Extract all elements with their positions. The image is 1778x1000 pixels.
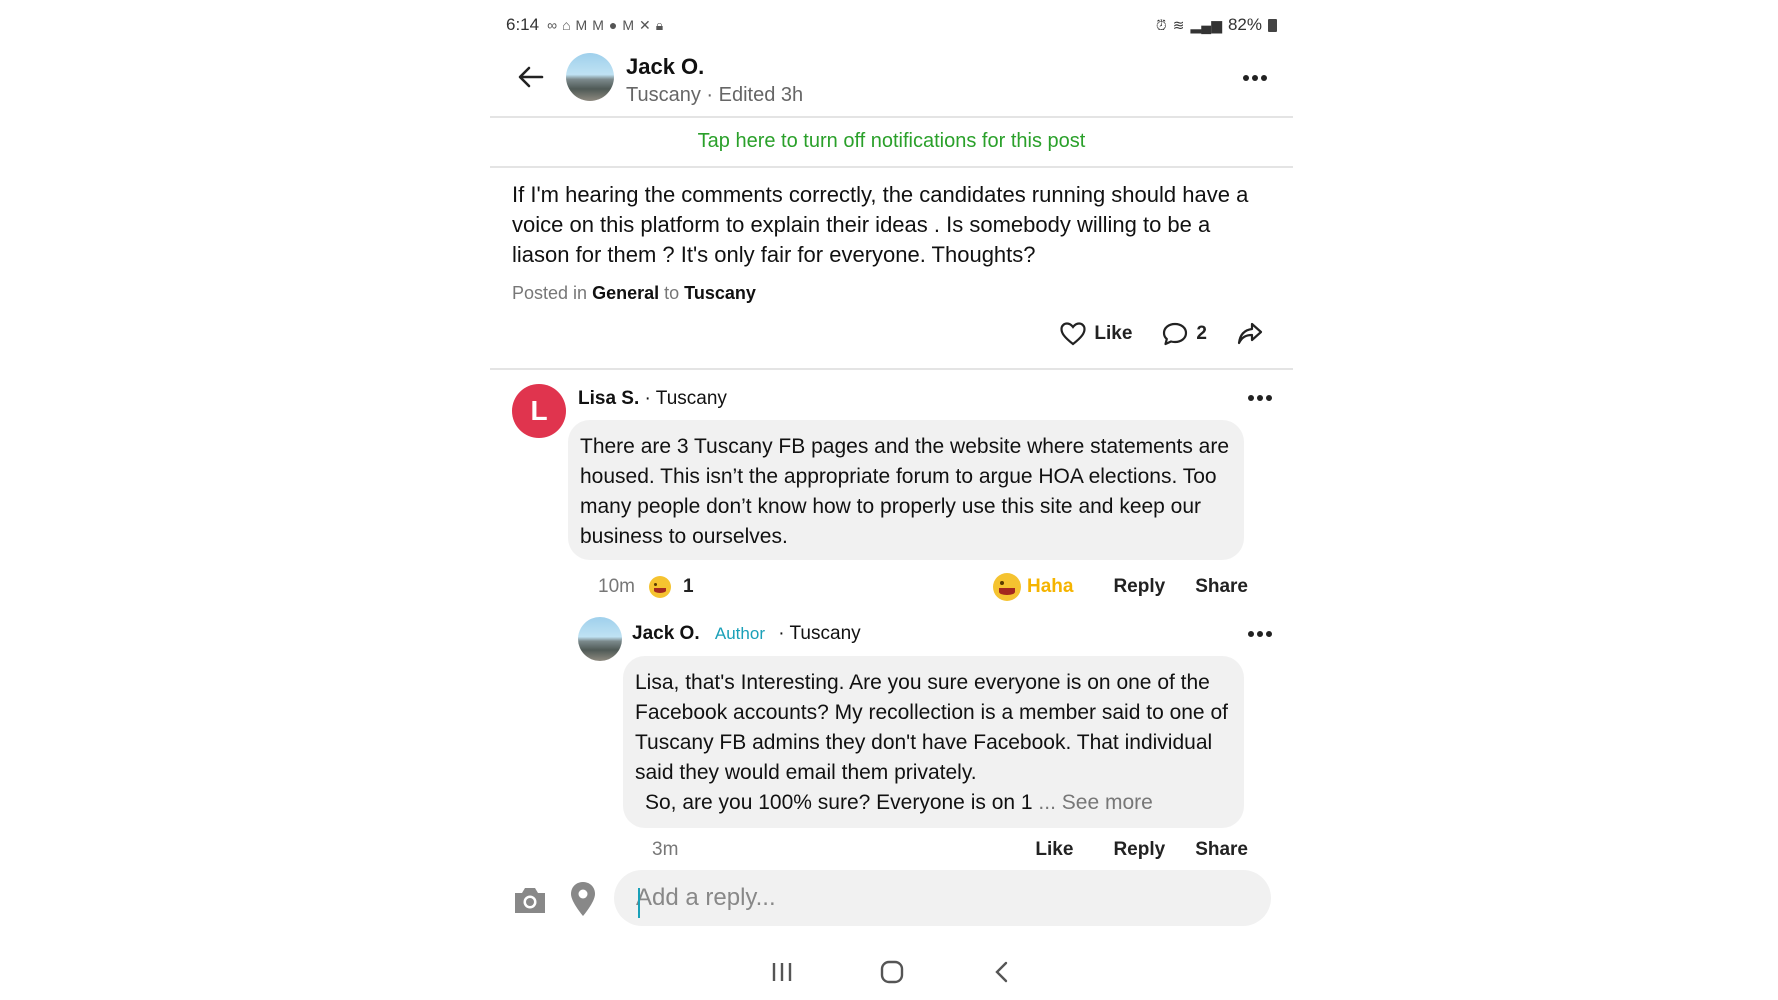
commenter-name[interactable]: Lisa S.	[578, 388, 639, 409]
like-label: Like	[1094, 323, 1133, 344]
reply-button[interactable]: Reply	[1113, 576, 1165, 598]
comment-icon	[1163, 322, 1188, 346]
author-avatar[interactable]	[566, 53, 614, 101]
reply-author: Jack O. Author · Tuscany	[632, 623, 861, 645]
system-back-button[interactable]	[982, 955, 1022, 989]
reply-text: Lisa, that's Interesting. Are you sure e…	[635, 671, 1228, 784]
reply-author-name[interactable]: Jack O.	[632, 623, 700, 644]
share-button[interactable]	[1237, 322, 1263, 346]
category-link[interactable]: General	[592, 283, 659, 303]
reply-meta: 3m Like Reply Share	[652, 838, 1248, 862]
system-nav-bar	[490, 950, 1293, 994]
haha-emoji-icon	[992, 573, 1021, 601]
post-header: Jack O. Tuscany · Edited 3h	[490, 46, 1293, 116]
home-button[interactable]	[872, 955, 912, 989]
recents-button[interactable]	[762, 955, 802, 989]
status-time: 6:14	[506, 15, 540, 34]
reply-time: 3m	[652, 839, 679, 860]
notification-icons: ∞ ⌂ M M ● M ✕ 🔒︎	[547, 17, 663, 34]
share-reply-button[interactable]: Share	[1195, 839, 1248, 861]
comment-bubble: There are 3 Tuscany FB pages and the web…	[568, 420, 1244, 560]
system-icons: ⏰︎ ≋ ▂▄▆ 82%	[1156, 15, 1277, 35]
reply-text-truncated: So, are you 100% sure? Everyone is on 1	[645, 791, 1033, 814]
gmail-icon: M	[575, 17, 588, 33]
comment-count: 2	[1196, 323, 1207, 344]
posted-in: Posted in General to Tuscany	[512, 283, 756, 304]
share-icon	[1237, 322, 1263, 345]
comment-more-icon[interactable]	[1243, 386, 1277, 410]
posted-to-label: to	[664, 283, 680, 303]
neighborhood-link[interactable]: Tuscany	[684, 283, 756, 303]
haha-emoji-icon	[648, 576, 671, 598]
post-actions: Like 2	[1060, 322, 1263, 346]
comment-time: 10m	[598, 576, 635, 597]
infinity-icon: ∞	[547, 17, 558, 33]
comment-author: Lisa S. · Tuscany	[578, 388, 727, 410]
battery-icon	[1268, 18, 1277, 32]
wifi-icon: ≋	[1172, 16, 1185, 33]
share-comment-button[interactable]: Share	[1195, 576, 1248, 598]
back-arrow-icon[interactable]	[516, 62, 546, 92]
home-icon: ⌂	[562, 17, 571, 33]
divider	[490, 166, 1293, 168]
status-bar: 6:14 ∞ ⌂ M M ● M ✕ 🔒︎ ⏰︎ ≋ ▂▄▆ 82%	[506, 10, 1277, 40]
haha-label: Haha	[1026, 576, 1074, 597]
like-reply-button[interactable]: Like	[1035, 839, 1073, 861]
commenter-location: · Tuscany	[644, 388, 727, 409]
camera-icon[interactable]	[512, 882, 548, 918]
recents-icon	[772, 963, 791, 981]
divider	[490, 368, 1293, 370]
reply-author-location: · Tuscany	[778, 623, 861, 644]
post-more-icon[interactable]	[1238, 66, 1272, 90]
reaction-count: 1	[682, 576, 694, 597]
author-badge: Author	[714, 624, 765, 643]
x-icon: ✕	[639, 16, 651, 33]
see-more-link[interactable]: ... See more	[1038, 791, 1152, 814]
text-cursor	[638, 888, 640, 918]
gmail-icon: M	[622, 17, 635, 33]
commenter-avatar[interactable]: L	[512, 384, 566, 438]
app-screen: 6:14 ∞ ⌂ M M ● M ✕ 🔒︎ ⏰︎ ≋ ▂▄▆ 82% Jack …	[490, 0, 1293, 1000]
battery-percent: 82%	[1227, 15, 1262, 34]
chevron-left-icon	[994, 961, 1007, 983]
post-subtitle: Tuscany · Edited 3h	[626, 84, 804, 106]
lock-icon: 🔒︎	[655, 16, 664, 33]
author-name[interactable]: Jack O.	[626, 54, 704, 80]
heart-icon	[1060, 322, 1086, 346]
gmail-icon: M	[592, 17, 604, 33]
location-pin-icon[interactable]	[568, 880, 598, 918]
post-text: If I'm hearing the comments correctly, t…	[512, 182, 1249, 267]
comment-meta: 10m 1 Haha Reply Share	[598, 572, 1248, 602]
reply-more-icon[interactable]	[1243, 622, 1277, 646]
reply-input[interactable]	[614, 870, 1271, 926]
reply-author-avatar[interactable]	[578, 617, 622, 661]
signal-icon: ▂▄▆	[1190, 16, 1222, 33]
comment-button[interactable]: 2	[1162, 322, 1207, 346]
reply-to-reply-button[interactable]: Reply	[1113, 839, 1165, 861]
posted-in-label: Posted in	[512, 283, 588, 303]
reply-bubble: Lisa, that's Interesting. Are you sure e…	[623, 656, 1244, 828]
haha-reaction-button[interactable]: Haha	[992, 573, 1074, 601]
circle-icon: ●	[608, 17, 618, 33]
like-button[interactable]: Like	[1060, 322, 1132, 346]
alarm-icon: ⏰︎	[1155, 16, 1167, 33]
divider	[490, 116, 1293, 118]
reply-composer	[490, 860, 1293, 940]
reply-text-last-line: So, are you 100% sure? Everyone is on 1 …	[635, 788, 1232, 818]
home-circle-icon	[880, 960, 903, 984]
notification-toggle-link[interactable]: Tap here to turn off notifications for t…	[490, 130, 1293, 153]
